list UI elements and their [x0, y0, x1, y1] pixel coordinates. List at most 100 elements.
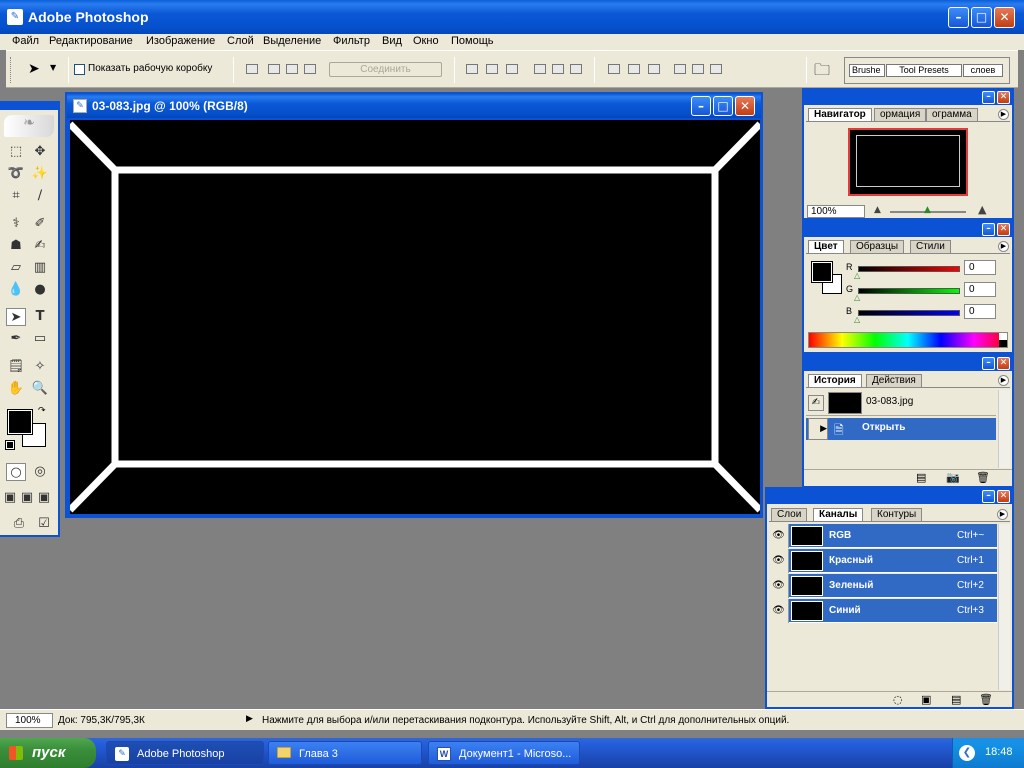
- zoom-tool-icon[interactable]: 🔍: [30, 380, 50, 398]
- menu-view[interactable]: Вид: [382, 35, 402, 47]
- tab-channels[interactable]: Каналы: [813, 508, 864, 521]
- history-step-row[interactable]: ▶ 🗎 Открыть: [806, 418, 996, 440]
- panel-menu-icon[interactable]: ▶: [998, 375, 1009, 386]
- well-tab-tool-presets[interactable]: Tool Presets: [886, 64, 962, 77]
- menu-file[interactable]: Файл: [12, 35, 39, 47]
- pen-tool-icon[interactable]: ✒: [6, 330, 26, 348]
- history-close-button[interactable]: ✕: [997, 357, 1010, 370]
- marquee-tool-icon[interactable]: ⬚: [6, 143, 26, 161]
- document-canvas[interactable]: [70, 120, 760, 514]
- task-folder[interactable]: Глава 3: [268, 741, 422, 765]
- menu-help[interactable]: Помощь: [451, 35, 494, 47]
- color-fg-swatch[interactable]: [811, 261, 833, 283]
- slice-tool-icon[interactable]: ∕: [30, 187, 50, 205]
- document-close-button[interactable]: ✕: [735, 96, 755, 116]
- panel-menu-icon[interactable]: ▶: [998, 241, 1009, 252]
- menu-edit[interactable]: Редактирование: [49, 35, 133, 47]
- channels-scrollbar[interactable]: [998, 524, 1010, 690]
- blur-tool-icon[interactable]: 💧: [6, 281, 26, 299]
- shape-exclude-icon[interactable]: [304, 64, 316, 74]
- tab-swatches[interactable]: Образцы: [850, 240, 905, 253]
- navigator-preview[interactable]: [806, 123, 1010, 203]
- history-state-slider-icon[interactable]: ▶: [808, 418, 828, 440]
- path-selection-tool-icon[interactable]: ➤: [6, 308, 26, 326]
- clone-stamp-tool-icon[interactable]: ☗: [6, 237, 26, 255]
- tab-paths[interactable]: Контуры: [871, 508, 923, 521]
- new-document-from-state-icon[interactable]: ▤: [916, 471, 926, 484]
- combine-button[interactable]: Соединить: [329, 62, 442, 77]
- notes-tool-icon[interactable]: 🗒: [6, 358, 26, 376]
- align-hcenter-icon[interactable]: [552, 64, 564, 74]
- lasso-tool-icon[interactable]: ➰: [6, 165, 26, 183]
- color-close-button[interactable]: ✕: [997, 223, 1010, 236]
- chevron-down-icon[interactable]: ▼: [50, 63, 56, 72]
- arrow-tool-icon[interactable]: ➤: [28, 61, 40, 77]
- menu-filter[interactable]: Фильтр: [333, 35, 370, 47]
- well-tab-layer-comps[interactable]: слоев: [963, 64, 1003, 77]
- document-maximize-button[interactable]: □: [713, 96, 733, 116]
- load-channel-as-selection-icon[interactable]: ◌: [893, 693, 903, 706]
- spectrum-bw[interactable]: [999, 333, 1007, 347]
- tab-actions[interactable]: Действия: [866, 374, 922, 387]
- r-slider-handle[interactable]: △: [854, 271, 860, 280]
- swap-colors-icon[interactable]: ↷: [38, 406, 46, 416]
- well-tab-brushes[interactable]: Brushe: [849, 64, 885, 77]
- healing-brush-tool-icon[interactable]: ⚕: [6, 215, 26, 233]
- tab-histogram[interactable]: ограмма: [926, 108, 978, 121]
- g-slider-handle[interactable]: △: [854, 293, 860, 302]
- new-snapshot-icon[interactable]: 📷: [946, 471, 960, 484]
- screen-mode-full-icon[interactable]: ▣: [37, 489, 51, 507]
- menu-image[interactable]: Изображение: [146, 35, 215, 47]
- eye-icon[interactable]: 👁: [769, 524, 789, 548]
- align-right-icon[interactable]: [570, 64, 582, 74]
- start-button[interactable]: пуск: [0, 738, 96, 768]
- eyedropper-tool-icon[interactable]: ✧: [30, 358, 50, 376]
- g-slider[interactable]: [858, 288, 960, 294]
- eye-icon[interactable]: 👁: [769, 574, 789, 598]
- move-tool-icon[interactable]: ✥: [30, 143, 50, 161]
- menu-select[interactable]: Выделение: [263, 35, 321, 47]
- history-snapshot-row[interactable]: ✍ 03-083.jpg: [806, 390, 996, 416]
- show-box-checkbox[interactable]: [74, 64, 85, 75]
- history-brush-tool-icon[interactable]: ✍: [30, 237, 50, 255]
- r-slider[interactable]: [858, 266, 960, 272]
- align-top-icon[interactable]: [466, 64, 478, 74]
- status-zoom-field[interactable]: 100%: [6, 713, 53, 728]
- task-photoshop[interactable]: ✎ Adobe Photoshop: [106, 741, 264, 765]
- shape-subtract-icon[interactable]: [268, 64, 280, 74]
- gradient-tool-icon[interactable]: ▥: [30, 259, 50, 277]
- document-minimize-button[interactable]: –: [691, 96, 711, 116]
- panel-menu-icon[interactable]: ▶: [998, 109, 1009, 120]
- tab-info[interactable]: ормация: [874, 108, 927, 121]
- r-field[interactable]: 0: [964, 260, 996, 275]
- foreground-color-swatch[interactable]: [7, 409, 33, 435]
- spectrum-bar[interactable]: [808, 332, 1008, 348]
- default-colors-icon[interactable]: [5, 440, 15, 450]
- channel-row-red[interactable]: 👁 Красный Ctrl+1: [769, 549, 997, 573]
- b-field[interactable]: 0: [964, 304, 996, 319]
- dodge-tool-icon[interactable]: ●: [30, 281, 50, 299]
- distribute-top-icon[interactable]: [608, 64, 620, 74]
- zoom-slider-handle[interactable]: ▲: [924, 205, 931, 215]
- channel-row-blue[interactable]: 👁 Синий Ctrl+3: [769, 599, 997, 623]
- navigator-close-button[interactable]: ✕: [997, 91, 1010, 104]
- crop-tool-icon[interactable]: ⌗: [6, 187, 26, 205]
- distribute-right-icon[interactable]: [710, 64, 722, 74]
- channels-minimize-button[interactable]: –: [982, 490, 995, 503]
- navigator-minimize-button[interactable]: –: [982, 91, 995, 104]
- distribute-vcenter-icon[interactable]: [628, 64, 640, 74]
- tray-arrow-icon[interactable]: ❮: [959, 745, 975, 761]
- zoom-in-icon[interactable]: ▲: [978, 203, 986, 216]
- panel-menu-icon[interactable]: ▶: [997, 509, 1008, 520]
- magic-wand-tool-icon[interactable]: ✨: [30, 165, 50, 183]
- screen-mode-standard-icon[interactable]: ▣: [3, 489, 17, 507]
- tab-history[interactable]: История: [808, 374, 862, 387]
- tab-navigator[interactable]: Навигатор: [808, 108, 872, 121]
- b-slider[interactable]: [858, 310, 960, 316]
- navigator-zoom-field[interactable]: 100%: [807, 205, 865, 218]
- imageready-icon[interactable]: ☑: [34, 515, 54, 533]
- align-bottom-icon[interactable]: [506, 64, 518, 74]
- distribute-bottom-icon[interactable]: [648, 64, 660, 74]
- channels-close-button[interactable]: ✕: [997, 490, 1010, 503]
- maximize-button[interactable]: □: [971, 7, 992, 28]
